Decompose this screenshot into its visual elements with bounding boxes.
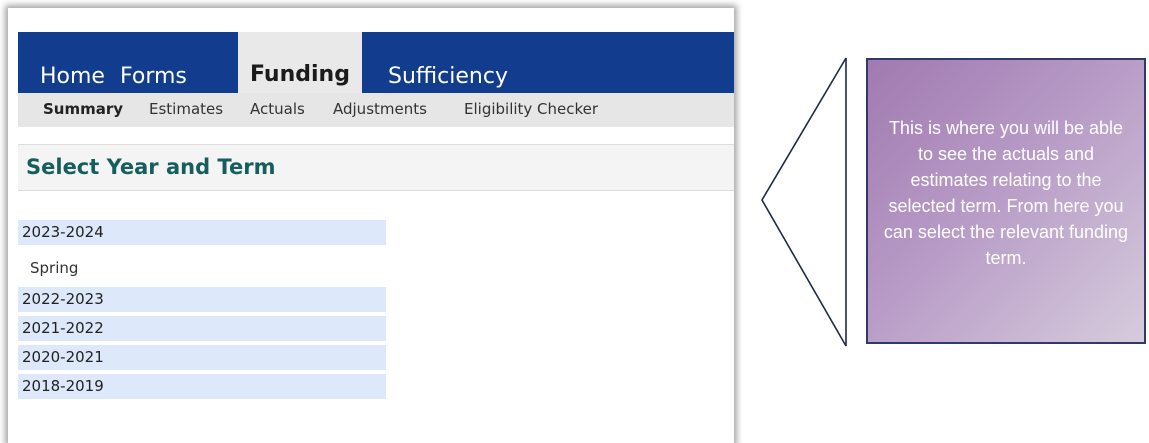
nav-tab-home[interactable]: Home (40, 64, 105, 93)
top-nav: Home Forms Funding Sufficiency (18, 32, 734, 93)
subnav-summary[interactable]: Summary (43, 93, 123, 125)
nav-tab-funding[interactable]: Funding (238, 32, 362, 93)
nav-tab-sufficiency[interactable]: Sufficiency (388, 64, 508, 93)
year-row-2020-2021[interactable]: 2020-2021 (18, 345, 386, 370)
funding-screenshot: Home Forms Funding Sufficiency Summary E… (8, 8, 734, 443)
subnav-eligibility-checker[interactable]: Eligibility Checker (464, 93, 598, 125)
nav-tab-forms[interactable]: Forms (120, 64, 187, 93)
callout-box: This is where you will be able to see th… (866, 58, 1146, 344)
section-header: Select Year and Term (18, 144, 734, 191)
subnav-estimates[interactable]: Estimates (149, 93, 223, 125)
year-term-list: 2023-2024 Spring 2022-2023 2021-2022 202… (18, 220, 386, 403)
term-row-spring[interactable]: Spring (18, 249, 386, 287)
sub-nav: Summary Estimates Actuals Adjustments El… (18, 93, 734, 127)
year-row-2021-2022[interactable]: 2021-2022 (18, 316, 386, 341)
year-row-2023-2024[interactable]: 2023-2024 (18, 220, 386, 245)
callout-pointer (761, 57, 847, 347)
subnav-actuals[interactable]: Actuals (250, 93, 305, 125)
year-row-2022-2023[interactable]: 2022-2023 (18, 287, 386, 312)
subnav-adjustments[interactable]: Adjustments (333, 93, 427, 125)
callout-text: This is where you will be able to see th… (883, 118, 1129, 268)
page-title: Select Year and Term (26, 155, 276, 179)
year-row-2018-2019[interactable]: 2018-2019 (18, 374, 386, 399)
